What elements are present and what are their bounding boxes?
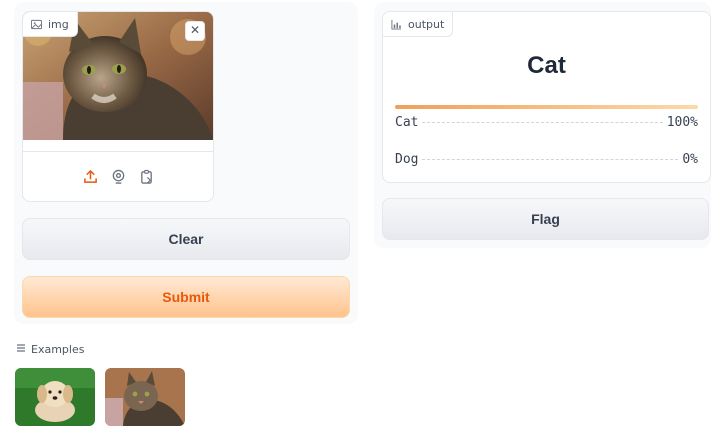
example-cat[interactable]: [105, 368, 185, 426]
chart-icon: [391, 19, 402, 30]
output-label-text: output: [408, 17, 445, 31]
examples-label-text: Examples: [31, 343, 85, 356]
submit-button[interactable]: Submit: [22, 276, 350, 318]
prediction-title: Cat: [527, 52, 566, 79]
close-icon[interactable]: ✕: [185, 21, 205, 41]
image-input-label-text: img: [48, 17, 69, 31]
example-dog[interactable]: [15, 368, 95, 426]
image-input[interactable]: img ✕: [22, 11, 214, 202]
list-icon: [16, 343, 26, 356]
confidence-row-dog: Dog 0%: [395, 152, 698, 167]
dotted-leader: [422, 159, 679, 160]
label-output: output Cat Cat 100% Dog 0%: [382, 11, 711, 183]
upload-icon[interactable]: [81, 168, 99, 186]
examples-header: Examples: [16, 343, 84, 356]
clipboard-icon[interactable]: [137, 168, 155, 186]
flag-button[interactable]: Flag: [382, 198, 709, 240]
image-icon: [31, 19, 42, 30]
confidence-bar: [395, 105, 698, 109]
confidence-value: 100%: [666, 115, 698, 130]
source-selector: [23, 151, 213, 201]
webcam-icon[interactable]: [109, 168, 127, 186]
clear-button[interactable]: Clear: [22, 218, 350, 260]
image-input-label: img: [23, 12, 78, 37]
confidence-value: 0%: [682, 152, 698, 167]
confidence-row-cat: Cat 100%: [395, 115, 698, 130]
confidence-label: Cat: [395, 115, 419, 130]
confidence-label: Dog: [395, 152, 419, 167]
output-label: output: [383, 12, 454, 37]
dotted-leader: [422, 122, 663, 123]
